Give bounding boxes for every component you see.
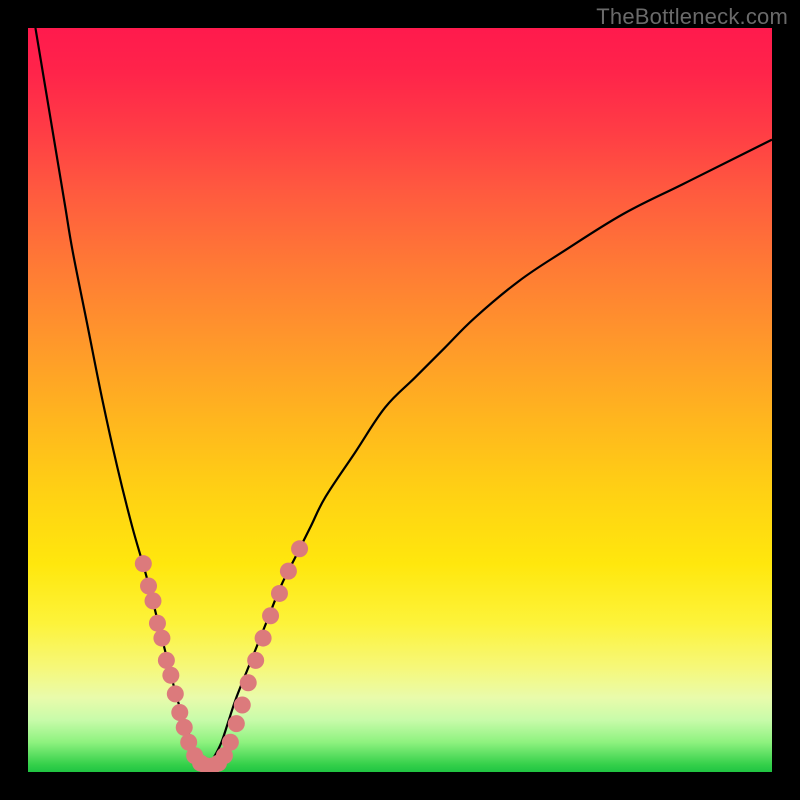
right-branch-line: [207, 140, 772, 769]
marker-dot: [222, 734, 239, 751]
marker-dot: [162, 667, 179, 684]
marker-dot: [262, 607, 279, 624]
marker-dot: [140, 578, 157, 595]
chart-frame: TheBottleneck.com: [0, 0, 800, 800]
plot-area: [28, 28, 772, 772]
marker-dot: [167, 685, 184, 702]
watermark-label: TheBottleneck.com: [596, 4, 788, 30]
marker-dots: [135, 540, 308, 772]
marker-dot: [144, 592, 161, 609]
marker-dot: [271, 585, 288, 602]
marker-dot: [158, 652, 175, 669]
marker-dot: [280, 563, 297, 580]
marker-dot: [176, 719, 193, 736]
marker-dot: [153, 630, 170, 647]
marker-dot: [228, 715, 245, 732]
marker-dot: [291, 540, 308, 557]
marker-dot: [135, 555, 152, 572]
marker-dot: [255, 630, 272, 647]
marker-dot: [247, 652, 264, 669]
marker-dot: [171, 704, 188, 721]
marker-dot: [234, 697, 251, 714]
curve-overlay: [28, 28, 772, 772]
marker-dot: [240, 674, 257, 691]
left-branch-line: [35, 28, 206, 768]
marker-dot: [149, 615, 166, 632]
